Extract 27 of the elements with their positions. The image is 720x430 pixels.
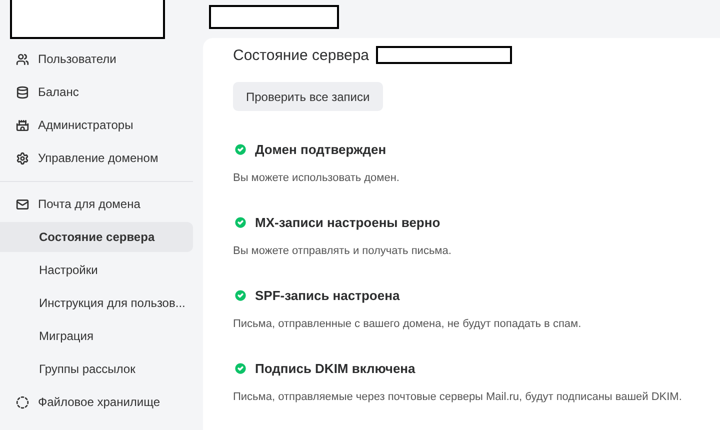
check-title: Домен подтвержден: [255, 142, 386, 156]
check-title: Подпись DKIM включена: [255, 360, 416, 376]
check-description: Письма, отправляемые через почтовые серверы Mail.ru, будут подписаны вашей DKIM.: [233, 391, 683, 403]
sidebar-item[interactable]: Баланс: [0, 77, 193, 107]
sidebar-item[interactable]: Пользователи: [0, 44, 193, 74]
check-description: Письма, отправленные с вашего домена, не будут попадать в спам.: [233, 318, 582, 330]
users-icon: [16, 52, 29, 66]
ring-icon: [16, 396, 29, 408]
check-description: Вы можете использовать домен.: [233, 172, 400, 184]
sidebar-item[interactable]: Настройки: [0, 255, 193, 285]
castle-icon: [16, 118, 29, 132]
check-title: SPF-запись настроена: [255, 288, 400, 302]
check-records-button[interactable]: Проверить все записи: [233, 82, 383, 111]
gear-icon: [16, 152, 29, 164]
mail-icon: [16, 198, 29, 210]
sidebar-item[interactable]: Администраторы: [0, 110, 193, 140]
sidebar-item[interactable]: Управление доменом: [0, 143, 193, 173]
sidebar-item[interactable]: Миграция: [0, 321, 193, 351]
check-title: MX-записи настроены верно: [255, 214, 440, 230]
page-title: Состояние сервера: [233, 46, 370, 64]
sidebar-item[interactable]: Группы рассылок: [0, 354, 193, 384]
database-icon: [16, 86, 29, 98]
sidebar-item[interactable]: Почта для домена: [0, 189, 193, 219]
sidebar-item[interactable]: Инструкция для пользов...: [0, 288, 193, 318]
check-description: Вы можете отправлять и получать письма.: [233, 245, 452, 257]
sidebar-item[interactable]: Состояние сервера: [0, 222, 193, 252]
sidebar-item[interactable]: Файловое хранилище: [0, 387, 193, 417]
